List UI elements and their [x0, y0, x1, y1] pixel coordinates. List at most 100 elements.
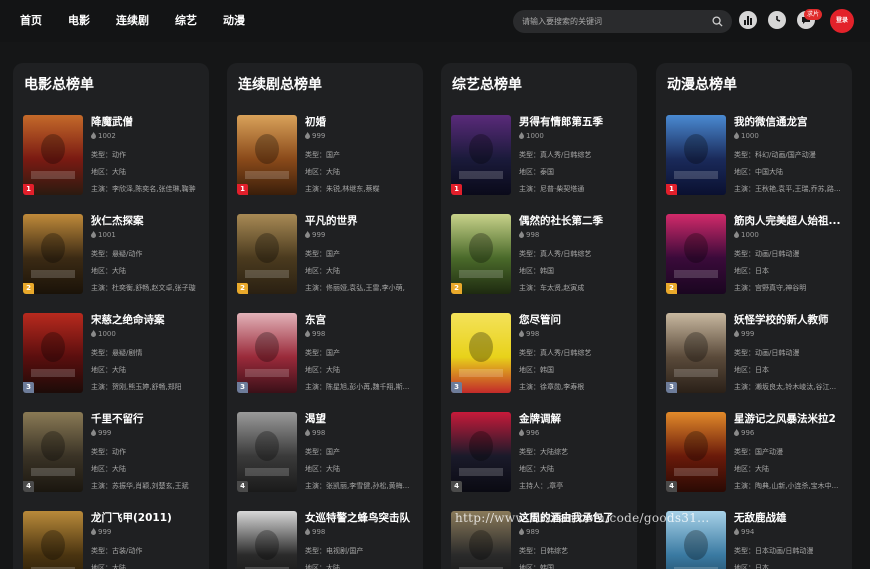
item-title[interactable]: 妖怪学校的新人教师 [734, 313, 846, 327]
nav-tv-series[interactable]: 连续剧 [116, 13, 149, 29]
item-title[interactable]: 平凡的世界 [305, 214, 417, 228]
heat-count: 1002 [91, 131, 116, 141]
poster-image[interactable]: 2 [666, 214, 726, 294]
heat-value: 1000 [98, 330, 116, 338]
poster-image[interactable]: 2 [451, 214, 511, 294]
poster-image[interactable]: 4 [451, 412, 511, 492]
item-title[interactable]: 女巡特警之蜂鸟突击队 [305, 511, 417, 525]
search-input[interactable] [522, 13, 707, 30]
ranking-list-item[interactable]: 2 狄仁杰探案 1001 类型：悬疑/动作 地区：大陆 主演：杜奕衡,舒畅,赵文卓,张子璇 [23, 214, 203, 296]
flame-icon [91, 528, 96, 535]
nav-home[interactable]: 首页 [20, 13, 42, 29]
poster-image[interactable]: 3 [23, 313, 83, 393]
poster-image[interactable]: 5 [237, 511, 297, 569]
panel-title: 综艺总榜单 [452, 77, 522, 93]
heat-value: 999 [98, 429, 112, 437]
item-type: 类型：动作 [91, 151, 126, 159]
search-icon[interactable] [712, 16, 723, 27]
heat-count: 989 [519, 527, 539, 537]
poster-image[interactable]: 2 [23, 214, 83, 294]
search-box [513, 10, 732, 33]
ranking-list-item[interactable]: 5女巡特警之蜂鸟突击队998类型：电视剧/国产地区：大陆主演： [237, 511, 417, 569]
nav-anime[interactable]: 动漫 [223, 13, 245, 29]
ranking-list-item[interactable]: 1 初婚 999 类型：国产 地区：大陆 主演：朱锐,林继东,蔡蝶 [237, 115, 417, 197]
item-cast: 主演：徐章勋,李寿根 [519, 383, 585, 391]
item-title[interactable]: 狄仁杰探案 [91, 214, 203, 228]
ranking-list-item[interactable]: 2 筋肉人完美超人始祖... 1000 类型：动画/日韩动漫 地区：日本 主演：宫野真守,… [666, 214, 846, 296]
panel-title: 连续剧总榜单 [238, 77, 322, 93]
item-region: 地区：大陆 [91, 564, 126, 569]
ranking-list-item[interactable]: 1 我的微信通龙宫 1000 类型：科幻/动画/国产动漫 地区：中国大陆 主演：王秋艳,袁… [666, 115, 846, 197]
heat-count: 1000 [734, 131, 759, 141]
ranking-list-item[interactable]: 1 男得有情郎第五季 1000 类型：真人秀/日韩综艺 地区：泰国 主演：尼普·柴契塔通 [451, 115, 631, 197]
item-title[interactable]: 男得有情郎第五季 [519, 115, 631, 129]
tv-series-ranking-panel: 连续剧总榜单 1 初婚 999 类型：国产 地区：大陆 主演：朱锐,林继东,蔡蝶 2 平凡的世界… [227, 63, 423, 569]
poster-image[interactable]: 2 [237, 214, 297, 294]
poster-image[interactable]: 3 [451, 313, 511, 393]
item-type: 类型：悬疑/动作 [91, 250, 143, 258]
ranking-list-item[interactable]: 1 降魔武僧 1002 类型：动作 地区：大陆 主演：李欣泽,陈奕名,张佳琳,鞠翀 [23, 115, 203, 197]
nav-movies[interactable]: 电影 [68, 13, 90, 29]
poster-image[interactable]: 3 [237, 313, 297, 393]
heat-value: 999 [98, 528, 112, 536]
rank-badge: 3 [451, 382, 462, 393]
item-title[interactable]: 无敌鹿战雄 [734, 511, 846, 525]
item-type: 类型：动作 [91, 448, 126, 456]
item-region: 地区：大陆 [305, 168, 340, 176]
item-region: 地区：大陆 [91, 267, 126, 275]
rank-badge: 2 [666, 283, 677, 294]
history-clock-icon[interactable] [768, 11, 786, 29]
ranking-list-item[interactable]: 4 渴望 998 类型：国产 地区：大陆 主演：张凯丽,李雪健,孙松,黄梅... [237, 412, 417, 494]
ranking-list-item[interactable]: 3 妖怪学校的新人教师 999 类型：动画/日韩动漫 地区：日本 主演：濑坂良太,铃木崚汰… [666, 313, 846, 395]
item-title[interactable]: 偶然的社长第二季 [519, 214, 631, 228]
item-title[interactable]: 金牌调解 [519, 412, 631, 426]
ranking-list-item[interactable]: 3 您尽管问 998 类型：真人秀/日韩综艺 地区：韩国 主演：徐章勋,李寿根 [451, 313, 631, 395]
nav-variety[interactable]: 综艺 [175, 13, 197, 29]
item-region: 地区：大陆 [305, 366, 340, 374]
item-cast: 主演：王秋艳,袁平,王瑞,乔苏,路... [734, 185, 841, 193]
ranking-list-item[interactable]: 3 东宫 998 类型：国产 地区：大陆 主演：陈星旭,彭小苒,魏千翔,斯... [237, 313, 417, 395]
heat-value: 994 [741, 528, 755, 536]
poster-image[interactable]: 1 [23, 115, 83, 195]
item-title[interactable]: 降魔武僧 [91, 115, 203, 129]
item-title[interactable]: 龙门飞甲(2011) [91, 511, 203, 525]
poster-image[interactable]: 1 [237, 115, 297, 195]
ranking-list-item[interactable]: 4 金牌调解 996 类型：大陆综艺 地区：大陆 主持人：,章亭 [451, 412, 631, 494]
rank-badge: 1 [666, 184, 677, 195]
rank-badge: 2 [237, 283, 248, 294]
poster-image[interactable]: 4 [237, 412, 297, 492]
poster-image[interactable]: 1 [451, 115, 511, 195]
ranking-list-item[interactable]: 2 偶然的社长第二季 998 类型：真人秀/日韩综艺 地区：韩国 主演：车太贤,赵寅成 [451, 214, 631, 296]
item-cast: 主演：尼普·柴契塔通 [519, 185, 585, 193]
poster-image[interactable]: 3 [666, 313, 726, 393]
item-title[interactable]: 东宫 [305, 313, 417, 327]
item-title[interactable]: 初婚 [305, 115, 417, 129]
item-title[interactable]: 筋肉人完美超人始祖... [734, 214, 846, 228]
login-button[interactable]: 登录 [830, 9, 854, 33]
ranking-list-item[interactable]: 2 平凡的世界 999 类型：国产 地区：大陆 主演：佟丽娅,袁弘,王雷,李小萌, [237, 214, 417, 296]
item-title[interactable]: 千里不留行 [91, 412, 203, 426]
flame-icon [734, 330, 739, 337]
heat-count: 1000 [91, 329, 116, 339]
heat-value: 998 [312, 429, 326, 437]
item-title[interactable]: 我的微信通龙宫 [734, 115, 846, 129]
item-title[interactable]: 宋慈之绝命诗案 [91, 313, 203, 327]
poster-image[interactable]: 4 [23, 412, 83, 492]
ranking-list-item[interactable]: 4 千里不留行 999 类型：动作 地区：大陆 主演：苏振华,肖颖,刘楚玄,王斌 [23, 412, 203, 494]
item-type: 类型：国产动漫 [734, 448, 783, 456]
flame-icon [519, 330, 524, 337]
flame-icon [519, 429, 524, 436]
ranking-list-item[interactable]: 4 星游记之风暴法米拉2 996 类型：国产动漫 地区：大陆 主演：陶典,山新,小连杀,宝… [666, 412, 846, 494]
request-badge[interactable]: 求片 [804, 9, 823, 20]
heat-value: 999 [312, 132, 326, 140]
item-title[interactable]: 您尽管问 [519, 313, 631, 327]
ranking-list-item[interactable]: 3 宋慈之绝命诗案 1000 类型：悬疑/剧情 地区：大陆 主演：贺刚,熊玉婷,舒畅,郑阳 [23, 313, 203, 395]
poster-image[interactable]: 5 [23, 511, 83, 569]
ranking-list-item[interactable]: 5龙门飞甲(2011)999类型：古装/动作地区：大陆主演：李连杰,周迅 [23, 511, 203, 569]
ranking-chart-icon[interactable] [739, 11, 757, 29]
poster-image[interactable]: 4 [666, 412, 726, 492]
item-title[interactable]: 星游记之风暴法米拉2 [734, 412, 846, 426]
item-cast: 主演：李欣泽,陈奕名,张佳琳,鞠翀 [91, 185, 196, 193]
poster-image[interactable]: 1 [666, 115, 726, 195]
item-title[interactable]: 渴望 [305, 412, 417, 426]
